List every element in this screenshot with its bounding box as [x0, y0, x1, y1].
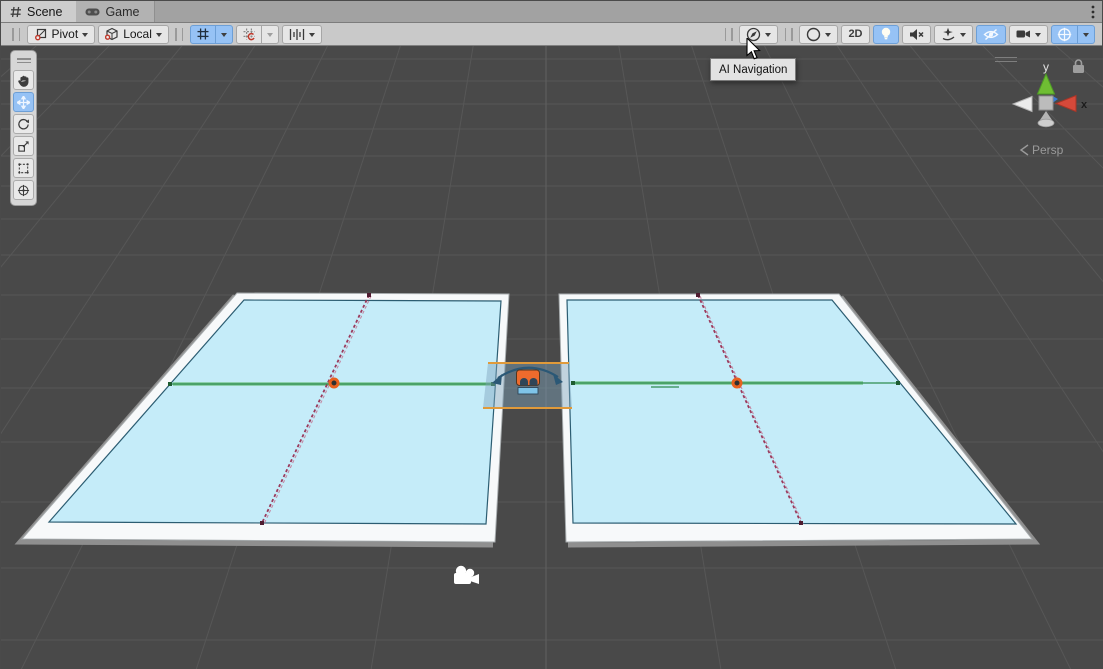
- scene-camera-gizmo[interactable]: [454, 566, 479, 584]
- 2d-label: 2D: [848, 28, 862, 40]
- effects-sparkle-icon: [941, 27, 956, 41]
- projection-toggle[interactable]: Persp: [1021, 143, 1064, 157]
- rect-tool-button[interactable]: [13, 158, 34, 178]
- scene-canvas: y x Persp: [1, 46, 1103, 669]
- snap-increment-button[interactable]: [282, 25, 322, 44]
- tooltip-text: AI Navigation: [719, 64, 787, 76]
- audio-muted-icon: [909, 28, 924, 41]
- transform-tool-button[interactable]: [13, 180, 34, 200]
- view-hand-tool-button[interactable]: [13, 70, 34, 90]
- scene-audio-toggle[interactable]: [902, 25, 931, 44]
- grid-dashed-icon: [242, 27, 256, 41]
- local-space-button[interactable]: Local: [98, 25, 169, 44]
- scene-lighting-toggle[interactable]: [873, 25, 899, 44]
- tab-menu-kebab-icon[interactable]: [1084, 1, 1102, 22]
- chevron-down-icon: [1035, 33, 1041, 40]
- tools-overlay: [10, 50, 37, 206]
- view-tabbar: Scene Game: [1, 1, 1102, 23]
- table-left[interactable]: [20, 293, 509, 545]
- tabbar-spacer: [155, 1, 1085, 22]
- mouse-cursor: [746, 38, 764, 65]
- toolbar-drag-handle[interactable]: [175, 28, 183, 41]
- grid-visual-dropdown[interactable]: [262, 25, 279, 44]
- tab-scene[interactable]: Scene: [1, 1, 76, 22]
- local-cube-icon: [105, 27, 119, 41]
- transform-icon: [17, 184, 30, 197]
- navmesh-link-icon[interactable]: [517, 370, 540, 394]
- hidden-objects-toggle[interactable]: [976, 25, 1006, 44]
- toolbar-drag-handle[interactable]: [785, 28, 793, 41]
- shading-mode-button[interactable]: [799, 25, 838, 44]
- scale-tool-button[interactable]: [13, 136, 34, 156]
- gizmos-icon: [1057, 27, 1072, 42]
- orientation-overlay-drag-handle[interactable]: [995, 54, 1017, 65]
- grid-snap-icon: [196, 27, 210, 41]
- chevron-down-icon: [960, 33, 966, 40]
- toolbar-drag-handle[interactable]: [725, 28, 733, 41]
- scene-viewport[interactable]: y x Persp: [1, 46, 1103, 669]
- grid-visual-group: [236, 25, 279, 44]
- effects-visibility-button[interactable]: [934, 25, 973, 44]
- rotate-icon: [17, 118, 30, 131]
- grid-snap-dropdown[interactable]: [216, 25, 233, 44]
- scale-icon: [17, 140, 30, 153]
- tab-scene-label: Scene: [27, 5, 62, 19]
- hand-icon: [17, 74, 30, 87]
- chevron-down-icon: [221, 33, 227, 40]
- gizmos-dropdown[interactable]: [1078, 25, 1095, 44]
- grid-snap-group: [190, 25, 233, 44]
- move-icon: [17, 96, 30, 109]
- rect-tool-icon: [17, 162, 30, 175]
- gizmos-toggle[interactable]: [1051, 25, 1078, 44]
- chevron-down-icon: [309, 33, 315, 40]
- unity-editor-window: Scene Game Pivot: [0, 0, 1103, 669]
- table-right[interactable]: [559, 294, 1035, 545]
- projection-label: Persp: [1032, 143, 1064, 157]
- chevron-down-icon: [765, 33, 771, 40]
- chevron-down-icon: [267, 33, 273, 40]
- pivot-label: Pivot: [52, 27, 79, 41]
- eye-slash-icon: [983, 28, 999, 41]
- local-label: Local: [123, 27, 152, 41]
- ground-grid: [1, 46, 1103, 669]
- gamepad-icon: [85, 7, 100, 17]
- navmesh-endpoint-marker-left: [330, 379, 338, 387]
- lightbulb-icon: [880, 27, 892, 41]
- tab-game-label: Game: [105, 5, 139, 19]
- scene-camera-settings-button[interactable]: [1009, 25, 1048, 44]
- gizmos-group: [1051, 25, 1095, 44]
- tab-game[interactable]: Game: [76, 1, 154, 22]
- axis-y-label: y: [1043, 60, 1049, 74]
- move-tool-button[interactable]: [13, 92, 34, 112]
- video-camera-icon: [1016, 28, 1031, 40]
- chevron-down-icon: [82, 33, 88, 40]
- chevron-down-icon: [1083, 33, 1089, 40]
- scene-grid-icon: [10, 6, 22, 18]
- rotate-tool-button[interactable]: [13, 114, 34, 134]
- toolbar-drag-handle[interactable]: [12, 28, 20, 41]
- tools-overlay-drag-handle[interactable]: [17, 56, 31, 65]
- 2d-mode-button[interactable]: 2D: [841, 25, 869, 44]
- grid-snap-toggle[interactable]: [190, 25, 216, 44]
- grid-visual-toggle[interactable]: [236, 25, 262, 44]
- chevron-down-icon: [156, 33, 162, 40]
- shaded-sphere-icon: [806, 27, 821, 42]
- orientation-gizmo[interactable]: y x Persp: [1013, 60, 1088, 157]
- navmesh-endpoint-marker-right: [733, 379, 741, 387]
- axis-x-label: x: [1081, 99, 1088, 111]
- pivot-icon: [34, 27, 48, 41]
- persp-chevron-icon: [1021, 145, 1028, 155]
- chevron-down-icon: [825, 33, 831, 40]
- snap-increment-icon: [289, 28, 305, 41]
- scene-toolbar: Pivot Local: [1, 23, 1102, 46]
- pivot-mode-button[interactable]: Pivot: [27, 25, 96, 44]
